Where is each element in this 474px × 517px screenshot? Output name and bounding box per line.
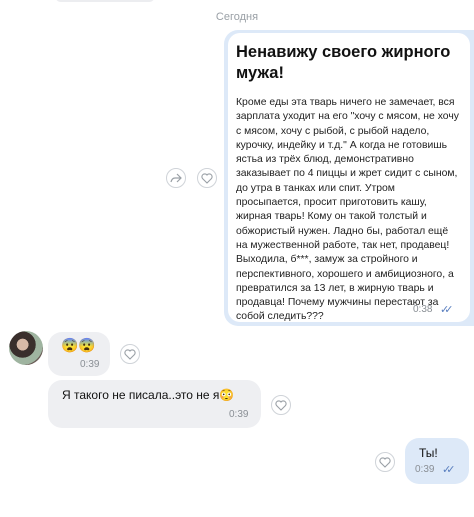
message-time: 0:38: [413, 304, 433, 315]
read-check-icon: ✓✓: [442, 464, 456, 476]
message-text: Я такого не писала..это не я😳: [62, 388, 235, 402]
read-check-icon: ✓✓: [440, 304, 454, 316]
heart-icon[interactable]: [197, 168, 217, 188]
share-icon[interactable]: [166, 168, 186, 188]
repost-body: Кроме еды эта тварь ничего не замечает, …: [236, 97, 459, 323]
message-text: Ты!: [419, 446, 438, 460]
message-time: 0:39: [229, 409, 249, 420]
previous-message-stub: [55, 0, 155, 2]
avatar[interactable]: [9, 331, 43, 365]
date-separator: Сегодня: [215, 11, 259, 23]
repost-card[interactable]: Ненавижу своего жирного мужа! Кроме еды …: [228, 33, 470, 322]
heart-icon[interactable]: [375, 452, 395, 472]
heart-icon[interactable]: [271, 395, 291, 415]
repost-title: Ненавижу своего жирного мужа!: [236, 43, 451, 82]
outgoing-message-bubble[interactable]: [405, 438, 469, 484]
heart-icon[interactable]: [120, 344, 140, 364]
message-time: 0:39: [415, 464, 435, 475]
message-text: 😨😨: [61, 337, 96, 353]
message-time: 0:39: [80, 359, 100, 370]
